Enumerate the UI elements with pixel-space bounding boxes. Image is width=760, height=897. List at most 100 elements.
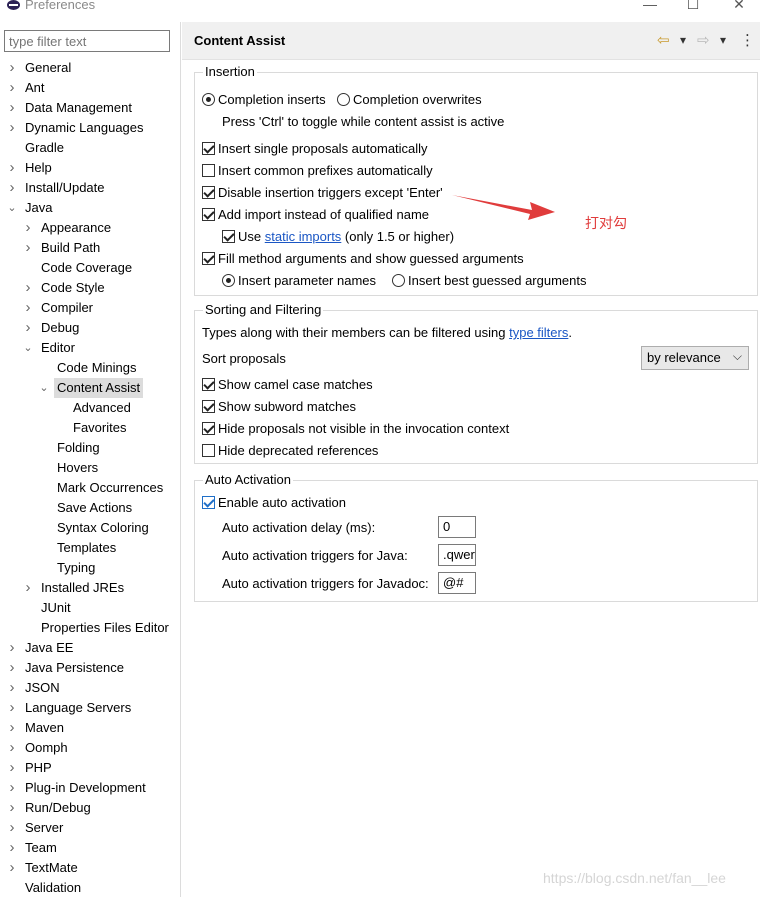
tree-item-run-debug[interactable]: › Run/Debug — [0, 798, 181, 818]
javadoc-triggers-input[interactable]: @# — [438, 572, 476, 594]
chevron-right-icon[interactable]: › — [7, 798, 17, 818]
insert-best-guessed-radio[interactable]: Insert best guessed arguments — [392, 271, 587, 291]
chevron-right-icon[interactable]: › — [7, 98, 17, 118]
tree-item-team[interactable]: › Team — [0, 838, 181, 858]
chevron-right-icon[interactable]: › — [7, 818, 17, 838]
tree-item-dynamic-languages[interactable]: › Dynamic Languages — [0, 118, 181, 138]
single-proposals-checkbox[interactable]: Insert single proposals automatically — [202, 139, 428, 159]
disable-triggers-checkbox[interactable]: Disable insertion triggers except 'Enter… — [202, 183, 443, 203]
tree-item-java[interactable]: ⌄ Java — [0, 198, 181, 218]
chevron-right-icon[interactable]: › — [7, 58, 17, 78]
chevron-right-icon[interactable]: › — [7, 858, 17, 878]
chevron-right-icon[interactable]: › — [7, 118, 17, 138]
chevron-right-icon[interactable]: › — [23, 318, 33, 338]
tree-item-general[interactable]: › General — [0, 58, 181, 78]
completion-inserts-radio[interactable]: Completion inserts — [202, 90, 326, 110]
maximize-icon[interactable]: ☐ — [683, 0, 703, 13]
tree-item-language-servers[interactable]: › Language Servers — [0, 698, 181, 718]
chevron-right-icon[interactable]: › — [23, 578, 33, 598]
java-triggers-input[interactable]: .qwer — [438, 544, 476, 566]
tree-item-data-management[interactable]: › Data Management — [0, 98, 181, 118]
chevron-right-icon[interactable]: › — [7, 718, 17, 738]
tree-item-templates[interactable]: Templates — [0, 538, 181, 558]
tree-item-appearance[interactable]: › Appearance — [0, 218, 181, 238]
tree-item-help[interactable]: › Help — [0, 158, 181, 178]
use-static-imports-checkbox[interactable]: Use static imports (only 1.5 or higher) — [222, 227, 454, 247]
chevron-right-icon[interactable]: › — [23, 218, 33, 238]
tree-item-build-path[interactable]: › Build Path — [0, 238, 181, 258]
type-filters-link[interactable]: type filters — [509, 325, 568, 340]
back-icon[interactable]: ⇦ — [657, 31, 670, 49]
delay-input[interactable]: 0 — [438, 516, 476, 538]
chevron-right-icon[interactable]: › — [7, 678, 17, 698]
forward-dropdown-icon[interactable]: ▾ — [720, 33, 726, 47]
chevron-right-icon[interactable]: › — [7, 698, 17, 718]
tree-item-save-actions[interactable]: Save Actions — [0, 498, 181, 518]
chevron-right-icon[interactable]: › — [7, 838, 17, 858]
tree-item-oomph[interactable]: › Oomph — [0, 738, 181, 758]
tree-item-json[interactable]: › JSON — [0, 678, 181, 698]
tree-item-java-persistence[interactable]: › Java Persistence — [0, 658, 181, 678]
tree-item-server[interactable]: › Server — [0, 818, 181, 838]
sorting-group: Sorting and Filtering Types along with t… — [194, 302, 758, 464]
chevron-right-icon[interactable]: › — [7, 758, 17, 778]
tree-item-content-assist[interactable]: ⌄ Content Assist — [0, 378, 181, 398]
tree-item-gradle[interactable]: Gradle — [0, 138, 181, 158]
static-imports-link[interactable]: static imports — [265, 229, 342, 244]
tree-item-code-coverage[interactable]: Code Coverage — [0, 258, 181, 278]
insert-param-names-radio[interactable]: Insert parameter names — [222, 271, 376, 291]
tree-item-plug-in-development[interactable]: › Plug-in Development — [0, 778, 181, 798]
minimize-icon[interactable]: — — [640, 0, 660, 12]
tree-item-textmate[interactable]: › TextMate — [0, 858, 181, 878]
chevron-right-icon[interactable]: › — [7, 778, 17, 798]
tree-item-debug[interactable]: › Debug — [0, 318, 181, 338]
tree-item-editor[interactable]: ⌄ Editor — [0, 338, 181, 358]
tree-item-ant[interactable]: › Ant — [0, 78, 181, 98]
chevron-right-icon[interactable]: › — [7, 638, 17, 658]
chevron-right-icon[interactable]: › — [23, 238, 33, 258]
menu-icon[interactable]: ⋮ — [740, 31, 755, 49]
chevron-right-icon[interactable]: › — [7, 78, 17, 98]
chevron-right-icon[interactable]: › — [7, 158, 17, 178]
tree-item-hovers[interactable]: Hovers — [0, 458, 181, 478]
enable-auto-activation-checkbox[interactable]: Enable auto activation — [202, 493, 346, 513]
tree-item-installed-jres[interactable]: › Installed JREs — [0, 578, 181, 598]
chevron-down-icon[interactable]: ⌄ — [39, 378, 49, 398]
chevron-right-icon[interactable]: › — [7, 178, 17, 198]
page-title: Content Assist — [194, 33, 286, 48]
tree-item-maven[interactable]: › Maven — [0, 718, 181, 738]
chevron-down-icon[interactable]: ⌄ — [7, 198, 17, 218]
hide-deprecated-checkbox[interactable]: Hide deprecated references — [202, 441, 378, 461]
tree-item-compiler[interactable]: › Compiler — [0, 298, 181, 318]
sort-proposals-select[interactable]: by relevance ⌵ — [641, 346, 749, 370]
tree-item-folding[interactable]: Folding — [0, 438, 181, 458]
subword-checkbox[interactable]: Show subword matches — [202, 397, 356, 417]
tree-item-properties-files-editor[interactable]: Properties Files Editor — [0, 618, 181, 638]
camel-case-checkbox[interactable]: Show camel case matches — [202, 375, 373, 395]
close-icon[interactable]: ✕ — [729, 0, 749, 13]
chevron-right-icon[interactable]: › — [23, 298, 33, 318]
tree-item-code-style[interactable]: › Code Style — [0, 278, 181, 298]
tree-item-advanced[interactable]: Advanced — [0, 398, 181, 418]
back-dropdown-icon[interactable]: ▾ — [680, 33, 686, 47]
tree-item-java-ee[interactable]: › Java EE — [0, 638, 181, 658]
completion-overwrites-radio[interactable]: Completion overwrites — [337, 90, 482, 110]
filter-input[interactable] — [4, 30, 170, 52]
tree-item-mark-occurrences[interactable]: Mark Occurrences — [0, 478, 181, 498]
tree-item-favorites[interactable]: Favorites — [0, 418, 181, 438]
tree-item-validation[interactable]: Validation — [0, 878, 181, 897]
common-prefixes-checkbox[interactable]: Insert common prefixes automatically — [202, 161, 433, 181]
add-import-checkbox[interactable]: Add import instead of qualified name — [202, 205, 429, 225]
tree-item-syntax-coloring[interactable]: Syntax Coloring — [0, 518, 181, 538]
tree-item-junit[interactable]: JUnit — [0, 598, 181, 618]
tree-item-php[interactable]: › PHP — [0, 758, 181, 778]
chevron-down-icon[interactable]: ⌄ — [23, 338, 33, 358]
chevron-right-icon[interactable]: › — [7, 658, 17, 678]
chevron-right-icon[interactable]: › — [7, 738, 17, 758]
tree-item-typing[interactable]: Typing — [0, 558, 181, 578]
hide-not-visible-checkbox[interactable]: Hide proposals not visible in the invoca… — [202, 419, 509, 439]
chevron-right-icon[interactable]: › — [23, 278, 33, 298]
tree-item-code-minings[interactable]: Code Minings — [0, 358, 181, 378]
tree-item-install-update[interactable]: › Install/Update — [0, 178, 181, 198]
fill-method-args-checkbox[interactable]: Fill method arguments and show guessed a… — [202, 249, 524, 269]
